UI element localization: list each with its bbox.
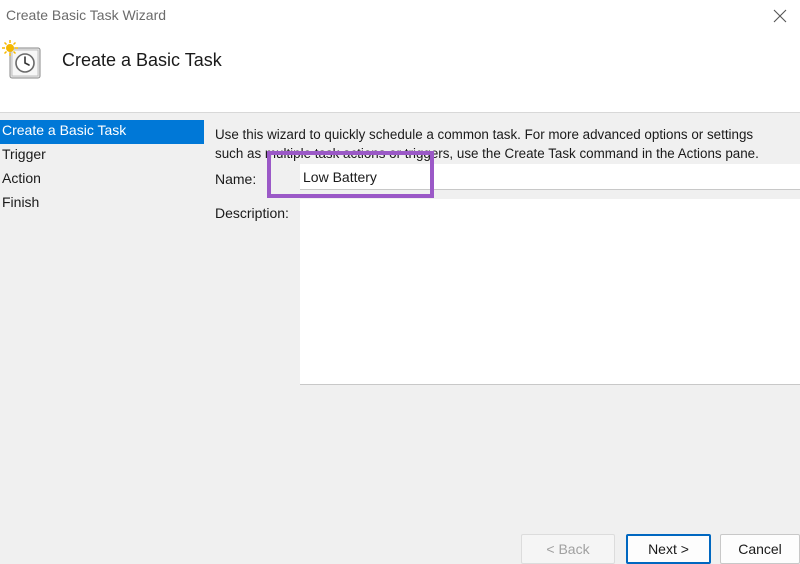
- title-bar: Create Basic Task Wizard: [0, 0, 800, 32]
- intro-line-2: such as multiple task actions or trigger…: [215, 146, 759, 161]
- step-create-basic-task[interactable]: Create a Basic Task: [0, 120, 204, 144]
- close-button[interactable]: [760, 0, 800, 32]
- wizard-step-list: Create a Basic Task Trigger Action Finis…: [0, 120, 204, 216]
- page-title: Create a Basic Task: [62, 50, 222, 70]
- description-label: Description:: [215, 205, 289, 221]
- step-trigger[interactable]: Trigger: [0, 144, 204, 168]
- name-field[interactable]: [300, 164, 800, 190]
- intro-text: Use this wizard to quickly schedule a co…: [215, 125, 800, 163]
- step-action[interactable]: Action: [0, 168, 204, 192]
- intro-line-1: Use this wizard to quickly schedule a co…: [215, 127, 754, 142]
- description-field[interactable]: [300, 199, 800, 385]
- scheduled-task-clock-icon: [2, 40, 41, 79]
- name-label: Name:: [215, 171, 257, 187]
- cancel-button[interactable]: Cancel: [720, 534, 800, 564]
- back-button[interactable]: < Back: [521, 534, 615, 564]
- wizard-header: Create a Basic Task: [0, 32, 800, 113]
- window-title: Create Basic Task Wizard: [6, 7, 167, 23]
- step-finish[interactable]: Finish: [0, 192, 204, 216]
- close-icon: [773, 9, 787, 23]
- next-button[interactable]: Next >: [626, 534, 711, 564]
